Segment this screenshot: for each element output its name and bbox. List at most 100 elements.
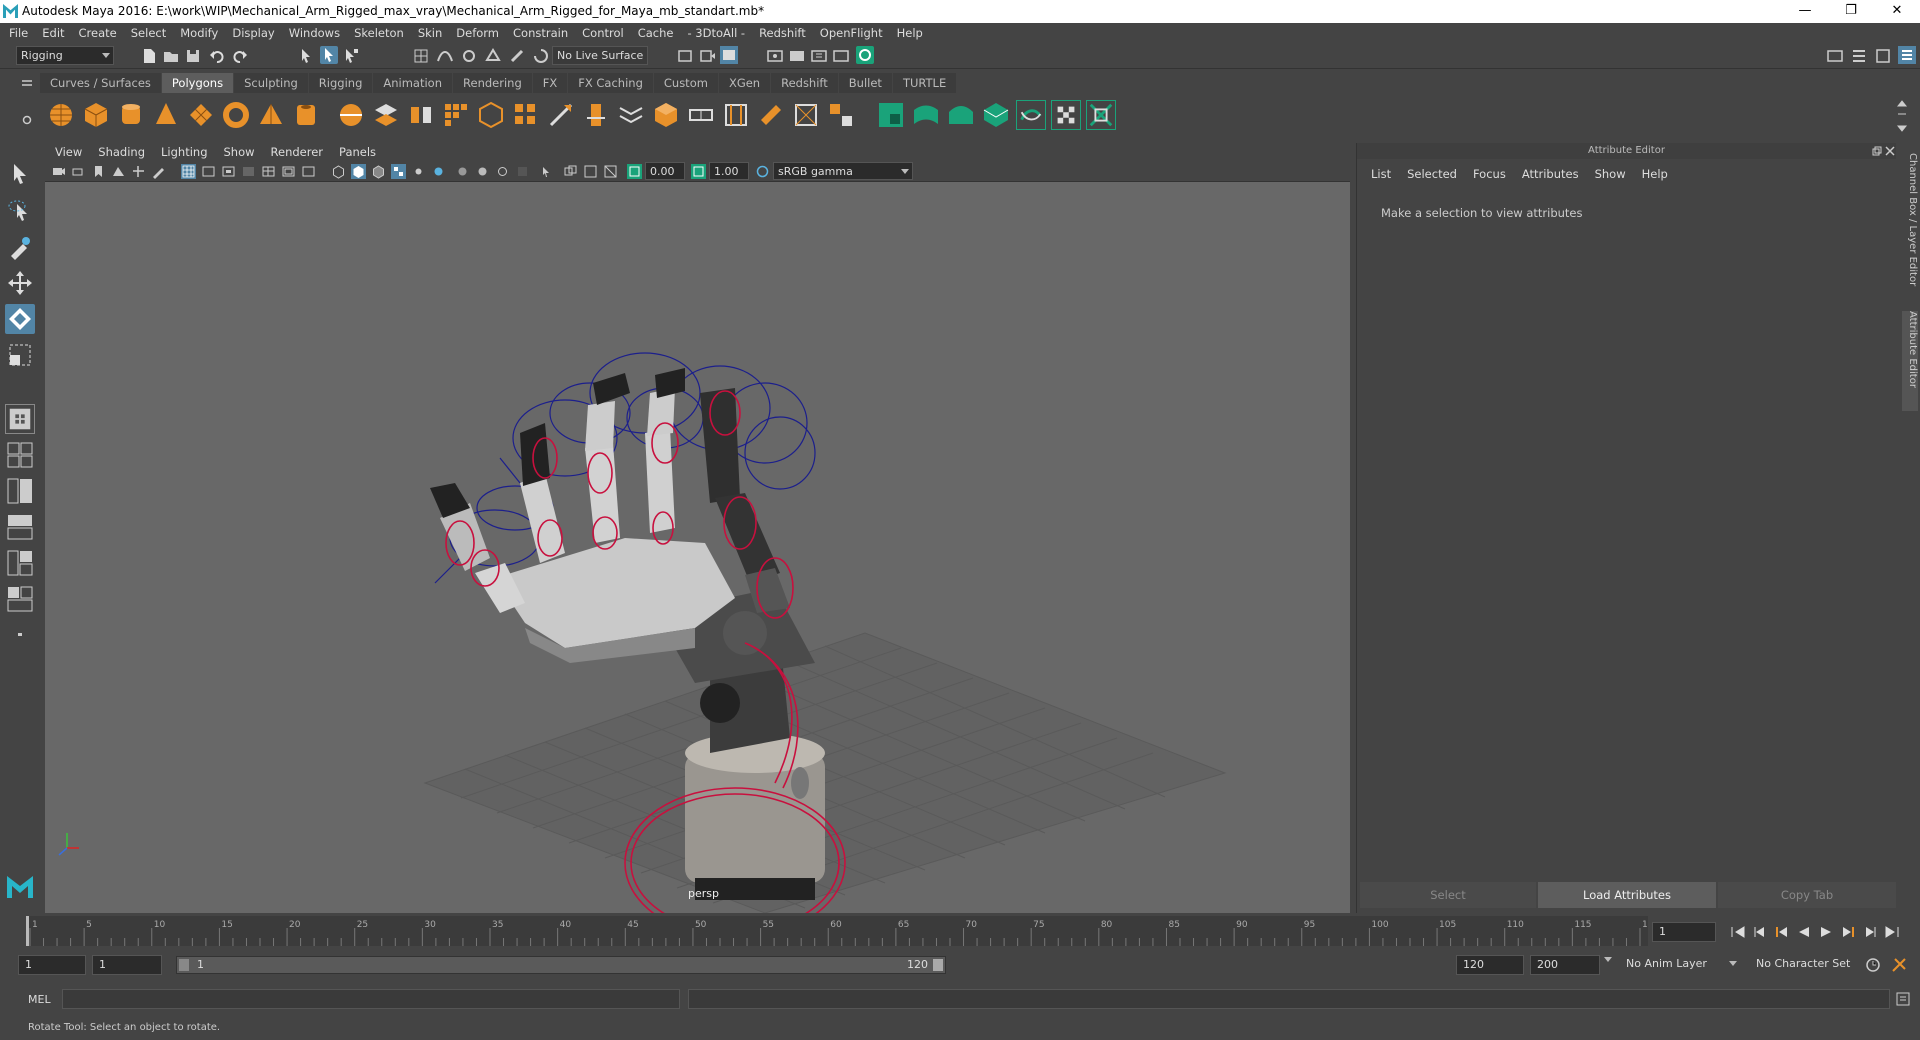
panel-menu-renderer[interactable]: Renderer: [263, 145, 332, 159]
ipr-render-icon[interactable]: [810, 47, 828, 65]
animation-preferences-icon[interactable]: [1890, 956, 1908, 974]
attr-menu-selected[interactable]: Selected: [1399, 167, 1465, 181]
attribute-editor-tab[interactable]: Attribute Editor: [1902, 311, 1918, 411]
uv-unfold-icon[interactable]: [1086, 100, 1116, 130]
poly-plane-icon[interactable]: [186, 100, 216, 130]
resolution-gate-icon[interactable]: [221, 164, 236, 179]
step-forward-key-icon[interactable]: [1862, 925, 1878, 939]
undo-icon[interactable]: [208, 47, 226, 65]
textured-icon[interactable]: [391, 164, 406, 179]
close-panel-icon[interactable]: [1885, 146, 1895, 156]
copy-tab-button[interactable]: Copy Tab: [1718, 882, 1896, 908]
attr-menu-attributes[interactable]: Attributes: [1514, 167, 1587, 181]
play-backwards-icon[interactable]: [1796, 925, 1812, 939]
poly-cylinder-icon[interactable]: [116, 100, 146, 130]
extrude-icon[interactable]: [581, 100, 611, 130]
menu-modify[interactable]: Modify: [173, 26, 225, 40]
uv-automatic-icon[interactable]: [981, 100, 1011, 130]
wireframe-icon[interactable]: [331, 164, 346, 179]
save-scene-icon[interactable]: [184, 47, 202, 65]
redo-icon[interactable]: [231, 47, 249, 65]
input-output-icon[interactable]: [676, 47, 694, 65]
menu-help[interactable]: Help: [890, 26, 930, 40]
safe-title-icon[interactable]: [301, 164, 316, 179]
ambient-occlusion-icon[interactable]: [455, 164, 470, 179]
isolate-select-icon[interactable]: [539, 164, 554, 179]
menu-file[interactable]: File: [0, 26, 35, 40]
menu-control[interactable]: Control: [575, 26, 631, 40]
combine-icon[interactable]: [336, 100, 366, 130]
bookmark-icon[interactable]: [91, 164, 106, 179]
open-scene-icon[interactable]: [162, 47, 180, 65]
tab-redshift[interactable]: Redshift: [771, 73, 838, 93]
script-editor-icon[interactable]: [1895, 991, 1911, 1007]
tab-bullet[interactable]: Bullet: [838, 73, 892, 93]
menu-cache[interactable]: Cache: [631, 26, 681, 40]
menu-openflight[interactable]: OpenFlight: [813, 26, 890, 40]
tab-turtle[interactable]: TURTLE: [892, 73, 957, 93]
shelf-menu-icon[interactable]: [20, 78, 34, 90]
wireframe-on-shaded-icon[interactable]: [371, 164, 386, 179]
uv-checker-icon[interactable]: [1051, 100, 1081, 130]
step-back-key-icon[interactable]: [1752, 925, 1768, 939]
select-component-icon[interactable]: [342, 47, 360, 65]
channel-box-toggle-icon[interactable]: [1874, 47, 1892, 65]
menu-skin[interactable]: Skin: [411, 26, 449, 40]
anim-layer-dropdown[interactable]: No Anim Layer: [1622, 955, 1740, 975]
panel-menu-shading[interactable]: Shading: [90, 145, 153, 159]
gate-mask-icon[interactable]: [241, 164, 256, 179]
tab-rigging[interactable]: Rigging: [308, 73, 373, 93]
attr-menu-help[interactable]: Help: [1634, 167, 1676, 181]
modeling-toolkit-icon[interactable]: [1850, 47, 1868, 65]
select-button[interactable]: Select: [1360, 882, 1536, 908]
select-camera-icon[interactable]: [51, 164, 66, 179]
smooth-icon[interactable]: [441, 100, 471, 130]
tab-fx-caching[interactable]: FX Caching: [568, 73, 653, 93]
step-back-frame-icon[interactable]: [1774, 925, 1790, 939]
view-transform-dropdown[interactable]: sRGB gamma: [773, 162, 913, 180]
attr-menu-focus[interactable]: Focus: [1465, 167, 1514, 181]
range-slider[interactable]: 1 120: [176, 956, 946, 974]
menu-redshift[interactable]: Redshift: [752, 26, 813, 40]
grease-pencil-icon[interactable]: [151, 164, 166, 179]
current-frame-field[interactable]: 1: [1652, 922, 1716, 942]
tab-curves-surfaces[interactable]: Curves / Surfaces: [40, 73, 161, 93]
depth-of-field-icon[interactable]: [515, 164, 530, 179]
maximize-button[interactable]: ❐: [1828, 0, 1874, 23]
go-to-end-icon[interactable]: [1884, 925, 1900, 939]
maya-home-icon[interactable]: [5, 870, 35, 900]
menu-skeleton[interactable]: Skeleton: [347, 26, 411, 40]
gamma-field[interactable]: 1.00: [709, 162, 749, 180]
tab-custom[interactable]: Custom: [653, 73, 718, 93]
step-forward-frame-icon[interactable]: [1840, 925, 1856, 939]
select-object-icon[interactable]: [320, 46, 338, 64]
lasso-tool-icon[interactable]: [5, 196, 35, 226]
select-tool-icon[interactable]: [5, 160, 35, 190]
close-button[interactable]: ✕: [1874, 0, 1920, 23]
character-set-dropdown[interactable]: No Character Set: [1752, 955, 1864, 975]
time-slider[interactable]: 1 5 10 15 20 25 30 35 40 45 50 55 60 65 70 75 80 85 90 95 10…: [26, 916, 1659, 946]
persp-outliner-layout-icon[interactable]: [5, 476, 35, 506]
offset-edge-loop-icon[interactable]: [756, 100, 786, 130]
construction-history-icon[interactable]: [698, 47, 716, 65]
menu-display[interactable]: Display: [225, 26, 281, 40]
menu-edit[interactable]: Edit: [35, 26, 71, 40]
smooth-shade-icon[interactable]: [351, 164, 366, 179]
camera-attributes-icon[interactable]: [71, 164, 86, 179]
hypershade-persp-layout-icon[interactable]: [5, 548, 35, 578]
xray-joints-icon[interactable]: [583, 164, 598, 179]
mirror-icon[interactable]: [511, 100, 541, 130]
go-to-start-icon[interactable]: [1730, 925, 1746, 939]
safe-action-icon[interactable]: [281, 164, 296, 179]
exposure-icon[interactable]: [627, 164, 642, 179]
multi-cut-icon[interactable]: [546, 100, 576, 130]
menu-constrain[interactable]: Constrain: [506, 26, 575, 40]
minimize-button[interactable]: —: [1782, 0, 1828, 23]
snap-curve-icon[interactable]: [436, 47, 454, 65]
render-frame-icon[interactable]: [720, 46, 738, 64]
poly-sphere-icon[interactable]: [46, 100, 76, 130]
bevel-icon[interactable]: [651, 100, 681, 130]
persp-graph-layout-icon[interactable]: [5, 512, 35, 542]
shelf-settings-icon[interactable]: [21, 114, 33, 126]
script-language-label[interactable]: MEL: [28, 993, 51, 1006]
